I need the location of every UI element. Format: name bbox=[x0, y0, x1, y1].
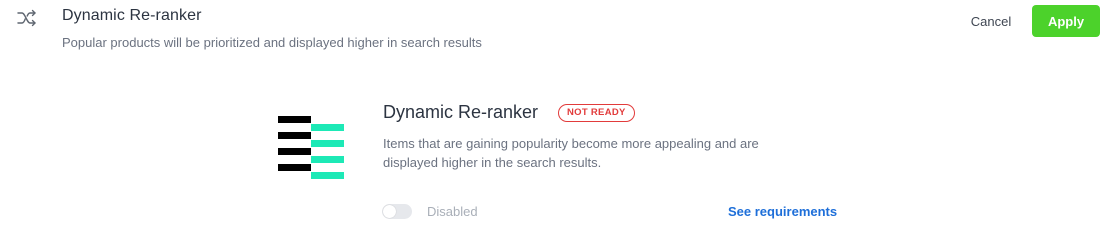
see-requirements-link[interactable]: See requirements bbox=[728, 204, 837, 219]
enable-toggle[interactable] bbox=[382, 204, 412, 219]
toggle-knob bbox=[383, 205, 396, 218]
cancel-button[interactable]: Cancel bbox=[960, 10, 1022, 34]
apply-button[interactable]: Apply bbox=[1032, 5, 1100, 37]
shuffle-icon bbox=[17, 9, 36, 27]
reranker-settings-page: Dynamic Re-ranker Popular products will … bbox=[0, 0, 1114, 243]
status-badge: NOT READY bbox=[558, 104, 635, 122]
card-description: Items that are gaining popularity become… bbox=[383, 136, 759, 170]
toggle-label: Disabled bbox=[427, 204, 478, 219]
page-subtitle: Popular products will be prioritized and… bbox=[62, 35, 482, 50]
card-title: Dynamic Re-ranker bbox=[383, 102, 539, 122]
page-title: Dynamic Re-ranker bbox=[62, 7, 202, 24]
reranker-illustration bbox=[278, 116, 344, 179]
